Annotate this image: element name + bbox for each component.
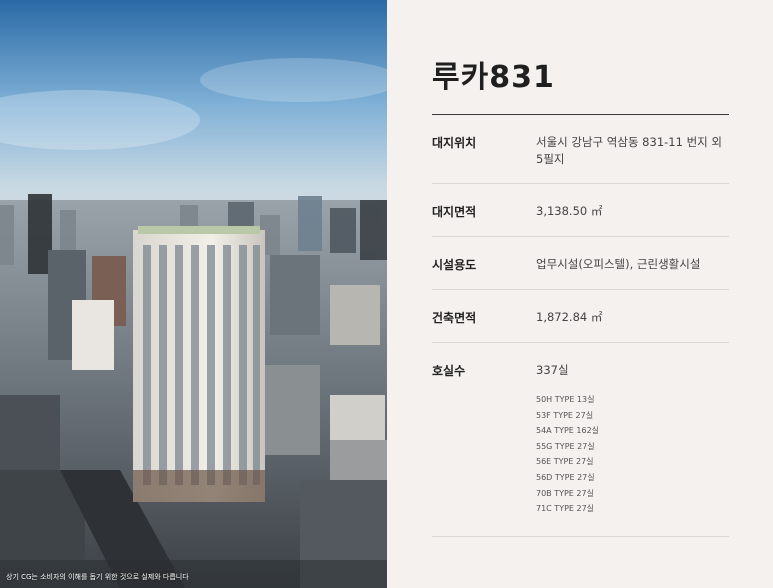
unit-type-item: 55G TYPE 27실 [536, 441, 595, 451]
image-disclaimer-caption: 상기 CG는 소비자의 이해를 돕기 위한 것으로 실제와 다릅니다 [6, 573, 189, 581]
title-divider [432, 114, 729, 115]
info-value: 1,872.84 ㎡ [536, 310, 603, 324]
info-row-building-area: 건축면적 1,872.84 ㎡ [432, 309, 729, 343]
info-value: 337실 [536, 363, 569, 377]
unit-type-item: 50H TYPE 13실 [536, 395, 595, 404]
info-row-unit-count: 호실수 337실 50H TYPE 13실 53F TYPE 27실 54A T… [432, 362, 729, 537]
info-label: 건축면적 [432, 311, 477, 325]
info-label: 호실수 [432, 364, 466, 378]
info-value: 3,138.50 ㎡ [536, 204, 603, 218]
unit-type-item: 54A TYPE 162실 [536, 426, 600, 436]
info-value-line: 서울시 강남구 역삼동 831-11 번지 외 [536, 135, 722, 149]
unit-type-item: 53F TYPE 27실 [536, 410, 594, 420]
unit-type-item: 70B TYPE 27실 [536, 488, 594, 498]
info-value-line: 5필지 [536, 152, 565, 166]
info-row-site-location: 대지위치 서울시 강남구 역삼동 831-11 번지 외 5필지 [432, 134, 729, 184]
project-title: 루카831 [432, 60, 555, 95]
unit-type-item: 71C TYPE 27실 [536, 504, 595, 514]
info-value: 서울시 강남구 역삼동 831-11 번지 외 5필지 [536, 134, 726, 168]
unit-type-item: 56E TYPE 27실 [536, 457, 594, 467]
unit-type-item: 56D TYPE 27실 [536, 472, 595, 482]
city-skyline-illustration [0, 0, 387, 588]
info-label: 대지위치 [432, 136, 477, 150]
info-label: 시설용도 [432, 258, 477, 272]
info-label: 대지면적 [432, 205, 477, 219]
project-info-panel: 루카831 대지위치 서울시 강남구 역삼동 831-11 번지 외 5필지 대… [387, 0, 773, 588]
info-row-facility-use: 시설용도 업무시설(오피스텔), 근린생활시설 [432, 256, 729, 290]
info-row-site-area: 대지면적 3,138.50 ㎡ [432, 203, 729, 237]
unit-type-list: 50H TYPE 13실 53F TYPE 27실 54A TYPE 162실 … [536, 392, 599, 517]
info-value: 업무시설(오피스텔), 근린생활시설 [536, 257, 701, 271]
building-rendering-image: 상기 CG는 소비자의 이해를 돕기 위한 것으로 실제와 다릅니다 [0, 0, 387, 588]
